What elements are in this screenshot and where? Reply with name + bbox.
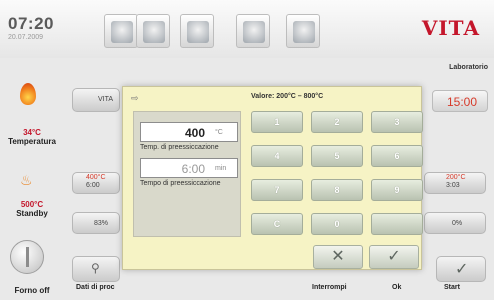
clock: 07:20 20.07.2009 [8, 14, 54, 41]
key-clear[interactable]: C [251, 213, 303, 235]
program-indicator: Laboratorio [449, 64, 488, 71]
temp-value: 400 [184, 126, 205, 140]
search-icon: ⚲ [91, 261, 100, 275]
users-icon [243, 21, 265, 43]
row-left-value-b: 6:00 [86, 182, 100, 189]
key-3[interactable]: 3 [371, 111, 423, 133]
start-check-icon: ✓ [455, 261, 469, 278]
time-field[interactable]: 6:00 min [140, 158, 238, 178]
clock-time: 07:20 [8, 14, 54, 33]
power-label: Forno off [14, 286, 50, 295]
key-8[interactable]: 8 [311, 179, 363, 201]
row-left-value-a: 400°C [86, 174, 106, 181]
program-title-fragment: VITA [98, 96, 114, 103]
brand-logo: VITA [421, 16, 480, 40]
gear-icon [187, 21, 209, 43]
arrow-right-icon: ⇨ [131, 93, 139, 103]
parameter-panel: 400 °C Temp. di preessiccazione 6:00 min… [133, 111, 241, 237]
tab-programs[interactable] [104, 14, 138, 48]
key-2[interactable]: 2 [311, 111, 363, 133]
key-4[interactable]: 4 [251, 145, 303, 167]
temp-unit: °C [215, 129, 223, 136]
key-5[interactable]: 5 [311, 145, 363, 167]
standby-label: Standby [16, 209, 48, 218]
ok-button[interactable]: ✓ [369, 245, 419, 269]
end-time: 15:00 [447, 95, 478, 109]
temperature-value: 34°C [23, 128, 41, 137]
value-entry-dialog: ⇨ Valore: 200°C – 800°C 400 °C Temp. di … [122, 86, 423, 270]
end-time-display: 15:00 [432, 90, 488, 112]
top-bar: 07:20 20.07.2009 VITA [0, 0, 494, 58]
close-x-icon: ✕ [331, 248, 345, 265]
key-9[interactable]: 9 [371, 179, 423, 201]
heat-waves-icon: ♨ [20, 172, 33, 188]
key-7[interactable]: 7 [251, 179, 303, 201]
flame-icon [20, 83, 36, 105]
clock-date: 20.07.2009 [8, 34, 44, 41]
cancel-button[interactable]: ✕ [313, 245, 363, 269]
process-data-button[interactable]: ⚲ [72, 256, 120, 282]
cancel-label: Interrompi [312, 284, 347, 291]
temp-field[interactable]: 400 °C [140, 122, 238, 142]
furnace-icon [143, 21, 165, 43]
key-1[interactable]: 1 [251, 111, 303, 133]
range-hint: Valore: 200°C – 800°C [251, 93, 324, 100]
row-right-value-a: 200°C [446, 174, 466, 181]
row-right-value-b: 3:03 [446, 182, 460, 189]
status-sidebar: 34°C Temperatura ♨ 500°C Standby Forno o… [0, 75, 64, 300]
key-6[interactable]: 6 [371, 145, 423, 167]
key-blank[interactable] [371, 213, 423, 235]
check-icon: ✓ [387, 248, 401, 265]
tab-settings[interactable] [180, 14, 214, 48]
program-name: Laboratorio [449, 64, 488, 71]
key-0[interactable]: 0 [311, 213, 363, 235]
tab-firing[interactable] [136, 14, 170, 48]
tab-users[interactable] [236, 14, 270, 48]
time-label: Tempo di preessiccazione [140, 180, 221, 187]
power-button[interactable] [10, 240, 44, 274]
percent-right: 0% [452, 220, 463, 227]
tab-camera[interactable] [286, 14, 320, 48]
standby-value: 500°C [20, 200, 44, 209]
tooth-icon [111, 21, 133, 43]
percent-left: 83% [94, 220, 109, 227]
time-value: 6:00 [181, 162, 205, 176]
ok-label: Ok [392, 284, 402, 291]
start-label: Start [444, 284, 460, 291]
temp-label: Temp. di preessiccazione [140, 144, 219, 151]
time-unit: min [215, 165, 227, 172]
process-data-label: Dati di proc [76, 284, 115, 291]
temperature-label: Temperatura [8, 137, 56, 146]
camera-icon [293, 21, 315, 43]
start-button[interactable]: ✓ [436, 256, 486, 282]
